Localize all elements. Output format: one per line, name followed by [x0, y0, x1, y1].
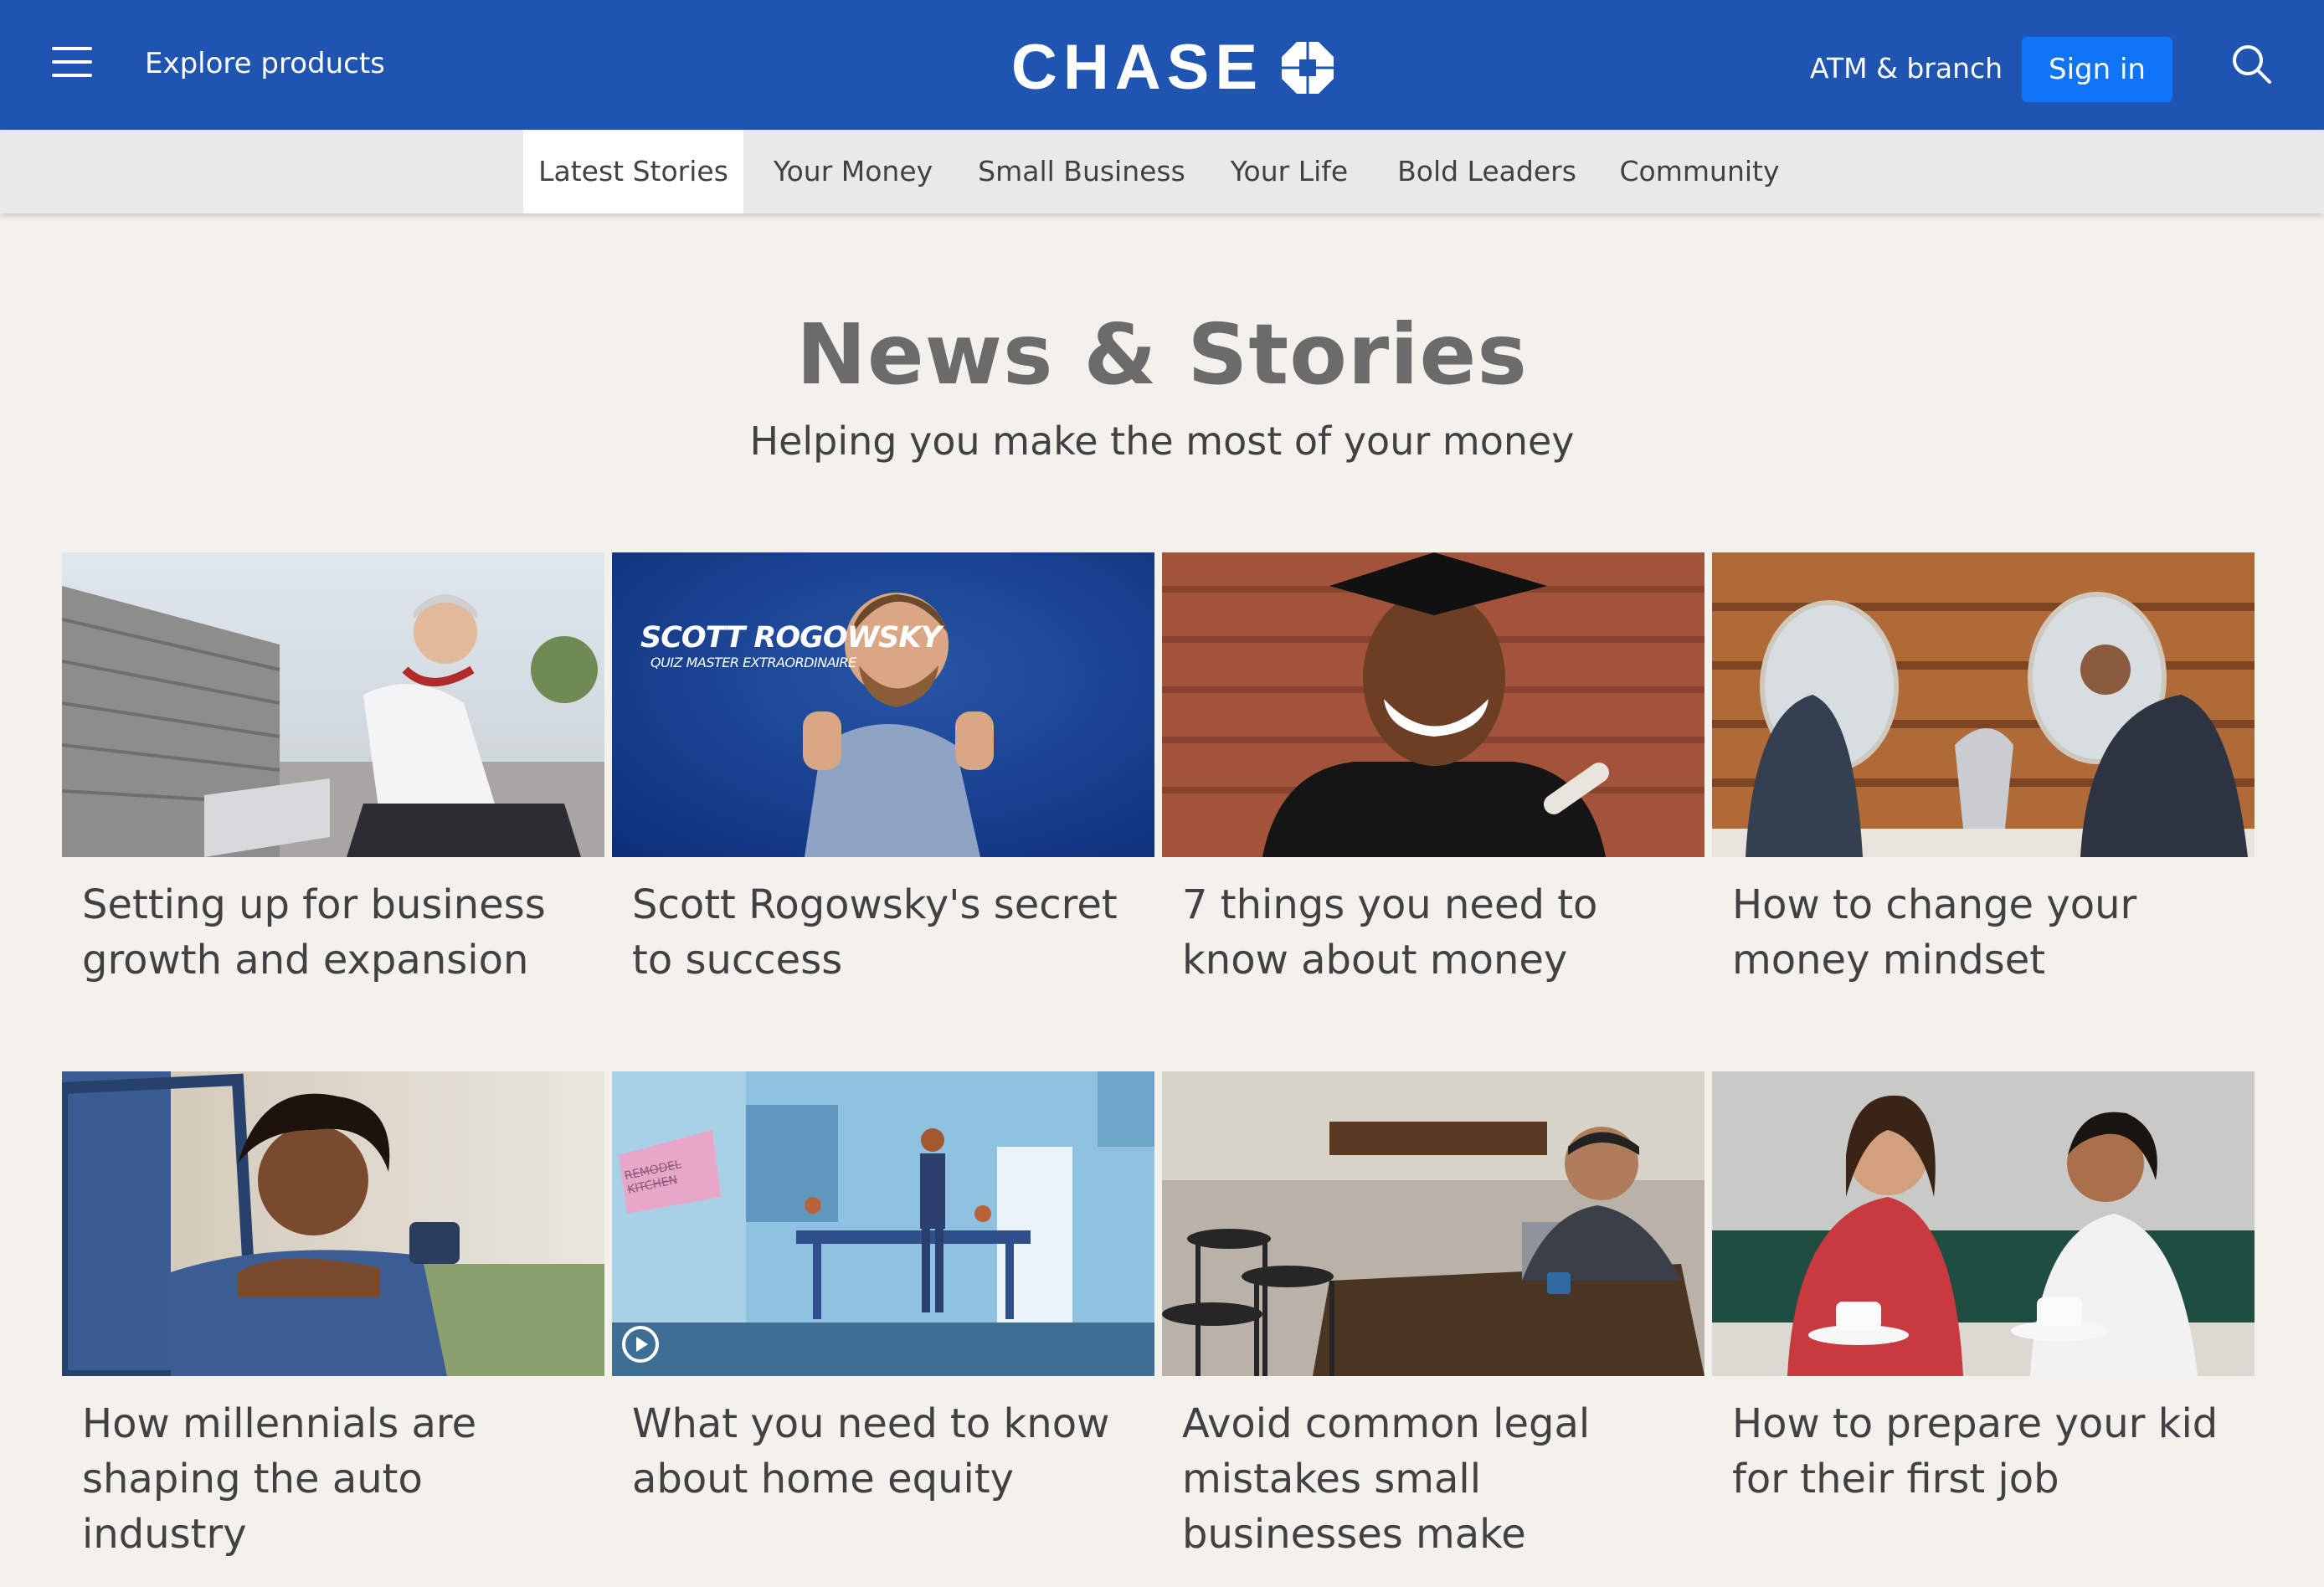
story-image[interactable]	[62, 552, 604, 857]
story-image[interactable]	[62, 1071, 604, 1376]
chase-logo[interactable]: CHASE	[1011, 32, 1334, 103]
search-icon[interactable]	[2231, 44, 2273, 85]
story-image[interactable]	[1712, 552, 2255, 857]
story-image[interactable]: REMODEL KITCHEN	[612, 1071, 1154, 1376]
story-title[interactable]: How to prepare your kid for their first …	[1712, 1376, 2255, 1507]
image-headline: SCOTT ROGOWSKY	[640, 621, 942, 655]
tab-your-money[interactable]: Your Money	[752, 130, 954, 213]
tab-community[interactable]: Community	[1616, 130, 1783, 213]
story-card[interactable]: How to change your money mindset	[1712, 552, 2255, 988]
sign-in-button[interactable]: Sign in	[2022, 37, 2172, 102]
story-card[interactable]: SCOTT ROGOWSKY QUIZ MASTER EXTRAORDINAIR…	[612, 552, 1154, 988]
story-image[interactable]	[1162, 1071, 1704, 1376]
story-title[interactable]: How millennials are shaping the auto ind…	[62, 1376, 604, 1562]
chase-octagon-icon	[1282, 42, 1334, 94]
story-card[interactable]: How to prepare your kid for their first …	[1712, 1071, 2255, 1507]
story-title[interactable]: 7 things you need to know about money	[1162, 857, 1704, 988]
page-title: News & Stories	[796, 306, 1528, 403]
story-image[interactable]	[1712, 1071, 2255, 1376]
tab-small-business[interactable]: Small Business	[967, 130, 1196, 213]
story-card[interactable]: How millennials are shaping the auto ind…	[62, 1071, 604, 1562]
story-image[interactable]	[1162, 552, 1704, 857]
explore-products-link[interactable]: Explore products	[145, 47, 385, 80]
atm-branch-link[interactable]: ATM & branch	[1810, 52, 2003, 85]
top-header: Explore products CHASE ATM & branch Sign…	[0, 0, 2324, 130]
story-title[interactable]: How to change your money mindset	[1712, 857, 2255, 988]
story-card[interactable]: Setting up for business growth and expan…	[62, 552, 604, 988]
story-card[interactable]: Avoid common legal mistakes small busine…	[1162, 1071, 1704, 1562]
category-nav: Latest Stories Your Money Small Business…	[0, 130, 2324, 213]
story-title[interactable]: What you need to know about home equity	[612, 1376, 1154, 1507]
tab-latest-stories[interactable]: Latest Stories	[523, 130, 743, 213]
tab-bold-leaders[interactable]: Bold Leaders	[1390, 130, 1584, 213]
play-icon[interactable]	[620, 1324, 661, 1364]
image-tagline: QUIZ MASTER EXTRAORDINAIRE	[650, 655, 856, 670]
story-card[interactable]: 7 things you need to know about money	[1162, 552, 1704, 988]
story-card[interactable]: REMODEL KITCHEN What you need to know ab…	[612, 1071, 1154, 1507]
tab-your-life[interactable]: Your Life	[1217, 130, 1361, 213]
hamburger-icon[interactable]	[52, 44, 92, 80]
logo-text: CHASE	[1011, 32, 1264, 103]
story-image[interactable]: SCOTT ROGOWSKY QUIZ MASTER EXTRAORDINAIR…	[612, 552, 1154, 857]
story-title[interactable]: Setting up for business growth and expan…	[62, 857, 604, 988]
story-title[interactable]: Avoid common legal mistakes small busine…	[1162, 1376, 1704, 1562]
story-title[interactable]: Scott Rogowsky's secret to success	[612, 857, 1154, 988]
page-subtitle: Helping you make the most of your money	[749, 419, 1575, 464]
